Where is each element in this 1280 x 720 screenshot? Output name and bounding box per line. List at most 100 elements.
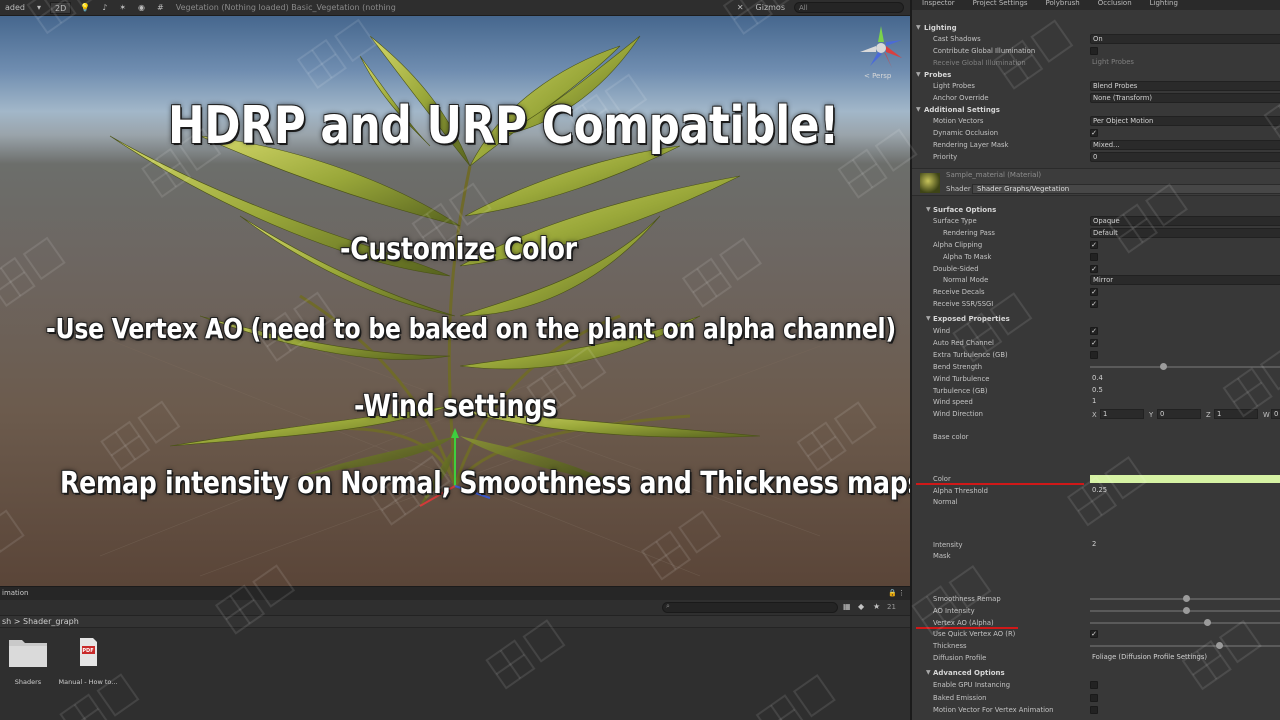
- tools-icon[interactable]: ✕: [734, 3, 747, 12]
- wind-direction-y-field[interactable]: 0: [1157, 409, 1201, 419]
- field-label: Normal: [933, 498, 958, 506]
- motion-vector-vertex-checkbox[interactable]: [1090, 706, 1098, 714]
- persp-label[interactable]: < Persp: [864, 72, 891, 80]
- field-label: Wind Turbulence: [933, 375, 990, 383]
- tab-occlusion[interactable]: Occlusion: [1098, 0, 1132, 10]
- project-tab-label[interactable]: imation: [2, 589, 28, 597]
- row-wind-direction: Wind Direction X 1 Y 0 Z 1 W 0: [912, 408, 1280, 420]
- gizmos-dropdown[interactable]: Gizmos: [753, 3, 788, 12]
- alpha-to-mask-checkbox[interactable]: [1090, 253, 1098, 261]
- extra-turbulence-checkbox[interactable]: [1090, 351, 1098, 359]
- field-label: Mask: [933, 552, 951, 560]
- slider-handle[interactable]: [1215, 642, 1223, 649]
- tab-lighting[interactable]: Lighting: [1150, 0, 1178, 10]
- more-icon[interactable]: ⋮: [898, 587, 905, 600]
- anchor-override-field[interactable]: None (Transform): [1090, 93, 1280, 103]
- asset-item-manual[interactable]: PDF Manual - How to...: [53, 636, 123, 686]
- wind-turbulence-field[interactable]: 0.4: [1090, 374, 1280, 384]
- tab-inspector[interactable]: Inspector: [922, 0, 955, 10]
- row-ao-intensity: AO Intensity: [912, 605, 1280, 617]
- row-rendering-layer-mask: Rendering Layer Mask Mixed...: [912, 139, 1280, 151]
- baked-emission-checkbox[interactable]: [1090, 694, 1098, 702]
- row-rendering-pass: Rendering Pass Default: [912, 227, 1280, 239]
- row-dynamic-occlusion: Dynamic Occlusion ✓: [912, 127, 1280, 139]
- breadcrumb[interactable]: sh > Shader_graph: [0, 616, 910, 628]
- thickness-slider[interactable]: [1090, 642, 1280, 649]
- row-surface-type: Surface Type Opaque: [912, 215, 1280, 227]
- slider-handle[interactable]: [1204, 619, 1212, 626]
- filter-type-icon[interactable]: ▦: [843, 602, 851, 611]
- turbulence-gb-field[interactable]: 0.5: [1090, 386, 1280, 396]
- slider-handle[interactable]: [1183, 607, 1190, 614]
- wind-speed-field[interactable]: 1: [1090, 397, 1280, 407]
- bend-strength-slider[interactable]: [1090, 363, 1280, 370]
- auto-red-channel-checkbox[interactable]: ✓: [1090, 339, 1098, 347]
- asset-label: Manual - How to...: [58, 678, 118, 686]
- row-baked-emission: Baked Emission: [912, 692, 1280, 704]
- slider-handle[interactable]: [1183, 595, 1190, 602]
- row-cast-shadows: Cast Shadows On: [912, 33, 1280, 45]
- dropdown-arrow-icon[interactable]: ▾: [34, 3, 44, 12]
- scene-view[interactable]: aded ▾ 2D 💡 ♪ ✶ ◉ # Vegetation (Nothing …: [0, 0, 910, 586]
- alpha-clipping-checkbox[interactable]: ✓: [1090, 241, 1098, 249]
- wind-direction-x-field[interactable]: 1: [1100, 409, 1144, 419]
- section-exposed-properties[interactable]: ▼ Exposed Properties: [912, 313, 1280, 325]
- filter-label-icon[interactable]: ◆: [858, 602, 864, 611]
- project-toolbar: ⌕ ▦ ◆ ★ 21: [0, 600, 910, 616]
- motion-vectors-dropdown[interactable]: Per Object Motion: [1090, 116, 1280, 126]
- receive-ssr-checkbox[interactable]: ✓: [1090, 300, 1098, 308]
- shader-dropdown[interactable]: Shader Graphs/Vegetation: [972, 184, 1280, 194]
- rendering-pass-dropdown[interactable]: Default: [1090, 228, 1280, 238]
- normal-mode-dropdown[interactable]: Mirror: [1090, 275, 1280, 285]
- headline-overlay: HDRP and URP Compatible!: [168, 96, 839, 156]
- field-label: Smoothness Remap: [933, 595, 1001, 603]
- light-probes-dropdown[interactable]: Blend Probes: [1090, 81, 1280, 91]
- project-search-input[interactable]: ⌕: [662, 602, 838, 613]
- grid-toggle-icon[interactable]: #: [154, 3, 167, 12]
- scene-search-input[interactable]: All: [794, 2, 904, 13]
- pdf-badge: PDF: [82, 648, 94, 654]
- 2d-toggle-button[interactable]: 2D: [50, 1, 72, 14]
- wind-checkbox[interactable]: ✓: [1090, 327, 1098, 335]
- smoothness-remap-slider[interactable]: [1090, 595, 1280, 602]
- lighting-toggle-icon[interactable]: 💡: [77, 3, 93, 12]
- row-mask: Mask: [912, 550, 1280, 562]
- vector-x-label: X: [1092, 411, 1097, 419]
- row-diffusion-profile: Diffusion Profile Foliage (Diffusion Pro…: [912, 652, 1280, 664]
- vertex-ao-slider[interactable]: [1090, 619, 1280, 626]
- ao-intensity-slider[interactable]: [1090, 607, 1280, 614]
- receive-decals-checkbox[interactable]: ✓: [1090, 288, 1098, 296]
- scene-tab-title[interactable]: Vegetation (Nothing loaded) Basic_Vegeta…: [173, 3, 399, 12]
- effects-toggle-icon[interactable]: ✶: [116, 3, 129, 12]
- favorite-icon[interactable]: ★: [873, 602, 880, 611]
- rendering-layer-mask-dropdown[interactable]: Mixed...: [1090, 140, 1280, 150]
- row-auto-red-channel: Auto Red Channel ✓: [912, 337, 1280, 349]
- slider-handle[interactable]: [1159, 363, 1167, 370]
- gpu-instancing-checkbox[interactable]: [1090, 681, 1098, 689]
- lock-icon[interactable]: 🔒: [888, 587, 897, 600]
- material-preview-icon[interactable]: [920, 173, 940, 193]
- cast-shadows-dropdown[interactable]: On: [1090, 34, 1280, 44]
- priority-field[interactable]: 0: [1090, 152, 1280, 162]
- section-advanced-options[interactable]: ▼ Advanced Options: [912, 667, 1280, 679]
- dynamic-occlusion-checkbox[interactable]: ✓: [1090, 129, 1098, 137]
- tab-project-settings[interactable]: Project Settings: [973, 0, 1028, 10]
- receive-gi-dropdown[interactable]: Light Probes: [1090, 58, 1280, 68]
- double-sided-checkbox[interactable]: ✓: [1090, 265, 1098, 273]
- audio-toggle-icon[interactable]: ♪: [99, 3, 110, 12]
- hidden-objects-icon[interactable]: ◉: [135, 3, 148, 12]
- tab-polybrush[interactable]: Polybrush: [1046, 0, 1080, 10]
- color-picker-swatch[interactable]: [1090, 475, 1280, 483]
- field-label: Receive Decals: [933, 288, 985, 296]
- diffusion-profile-field[interactable]: Foliage (Diffusion Profile Settings): [1090, 653, 1280, 663]
- wind-direction-z-field[interactable]: 1: [1214, 409, 1258, 419]
- normal-intensity-field[interactable]: 2: [1090, 540, 1280, 550]
- material-name: Sample_material (Material): [946, 171, 1042, 179]
- surface-type-dropdown[interactable]: Opaque: [1090, 216, 1280, 226]
- row-alpha-clipping: Alpha Clipping ✓: [912, 239, 1280, 251]
- wind-direction-w-field[interactable]: 0: [1271, 409, 1280, 419]
- inspector-panel: Inspector Project Settings Polybrush Occ…: [910, 0, 1280, 720]
- contribute-gi-checkbox[interactable]: [1090, 47, 1098, 55]
- quick-vertex-ao-checkbox[interactable]: ✓: [1090, 630, 1098, 638]
- alpha-threshold-field[interactable]: 0.25: [1090, 486, 1280, 496]
